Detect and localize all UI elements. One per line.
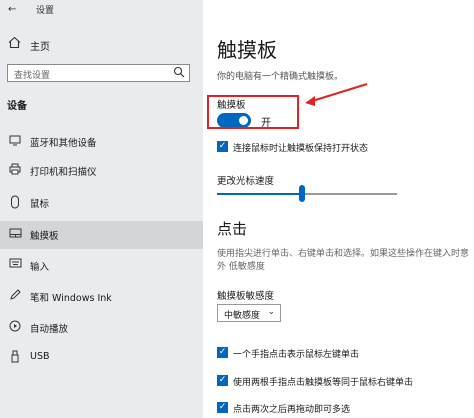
- sidebar-item-touchpad[interactable]: 触摸板: [0, 221, 203, 249]
- printer-icon: [8, 163, 22, 177]
- app-title: 设置: [36, 6, 55, 16]
- sensitivity-value: 中敏感度: [224, 311, 261, 321]
- checkbox-double-tap[interactable]: ✓: [217, 402, 228, 413]
- home-link[interactable]: 主页: [0, 36, 203, 54]
- sidebar-item-label: 鼠标: [30, 199, 50, 210]
- home-label: 主页: [30, 42, 50, 53]
- mouse-icon: [8, 195, 22, 209]
- sidebar-item-printers[interactable]: 打印机和扫描仪: [0, 157, 203, 185]
- page-title: 触摸板: [217, 38, 277, 62]
- sidebar-item-label: 输入: [30, 262, 50, 273]
- touchpad-icon: [8, 227, 22, 241]
- sidebar-item-bluetooth[interactable]: 蓝牙和其他设备: [0, 128, 203, 156]
- search-input[interactable]: 查找设置: [7, 64, 190, 82]
- sidebar-item-label: 触摸板: [30, 231, 59, 242]
- sensitivity-label: 触摸板敏感度: [217, 291, 275, 302]
- click-section-description: 使用指尖进行单击、右键单击和选择。如果这些操作在键入时意外 低敏感度: [217, 249, 470, 272]
- sidebar-item-mouse[interactable]: 鼠标: [0, 189, 203, 217]
- sidebar-item-label: 笔和 Windows Ink: [30, 293, 112, 304]
- main-panel: 触摸板 你的电脑有一个精确式触摸板。 触摸板 开 ✓ 连接鼠标时让触摸板保持打开…: [203, 0, 474, 418]
- sidebar-item-input[interactable]: 输入: [0, 252, 203, 280]
- sidebar: ← 设置 主页 查找设置 设备 蓝牙和其他设备 打印机和扫描仪 鼠标 触摸板 输…: [0, 0, 203, 418]
- cursor-speed-slider[interactable]: [217, 193, 397, 195]
- sidebar-item-label: USB: [30, 351, 50, 362]
- sidebar-item-label: 蓝牙和其他设备: [30, 138, 97, 149]
- pen-icon: [8, 289, 22, 303]
- checkbox-two-finger[interactable]: ✓: [217, 375, 228, 386]
- click-section-title: 点击: [217, 220, 248, 238]
- cursor-speed-label: 更改光标速度: [217, 176, 275, 187]
- bluetooth-icon: [8, 134, 22, 148]
- section-label-devices: 设备: [7, 101, 27, 112]
- home-icon: [8, 36, 22, 52]
- checkbox-tap-left-label: 一个手指点击表示鼠标左键单击: [233, 350, 360, 360]
- annotation-arrow: [305, 83, 368, 106]
- checkbox-keep-on-label: 连接鼠标时让触摸板保持打开状态: [233, 144, 369, 154]
- sidebar-item-autoplay[interactable]: 自动播放: [0, 314, 203, 342]
- sidebar-item-pen[interactable]: 笔和 Windows Ink: [0, 283, 203, 311]
- slider-thumb[interactable]: [298, 185, 305, 202]
- chevron-down-icon: ⌄: [267, 307, 275, 317]
- checkbox-double-tap-label: 点击两次之后再拖动即可多选: [233, 405, 351, 415]
- sidebar-item-label: 打印机和扫描仪: [30, 167, 97, 178]
- sidebar-item-label: 自动播放: [30, 324, 69, 335]
- checkbox-keep-on[interactable]: ✓: [217, 141, 228, 152]
- autoplay-icon: [8, 320, 22, 334]
- search-icon[interactable]: [173, 66, 185, 81]
- usb-icon: [8, 350, 22, 364]
- search-placeholder: 查找设置: [14, 71, 51, 81]
- slider-fill: [217, 193, 302, 195]
- highlight-box: [207, 95, 299, 129]
- title-bar: ← 设置: [0, 0, 203, 18]
- sidebar-item-usb[interactable]: USB: [0, 344, 203, 372]
- checkbox-tap-left[interactable]: ✓: [217, 347, 228, 358]
- sensitivity-dropdown[interactable]: 中敏感度 ⌄: [217, 304, 281, 322]
- checkbox-two-finger-label: 使用两根手指点击触摸板等同于鼠标右键单击: [233, 378, 414, 388]
- back-arrow-icon[interactable]: ←: [8, 4, 16, 15]
- keyboard-icon: [8, 258, 22, 272]
